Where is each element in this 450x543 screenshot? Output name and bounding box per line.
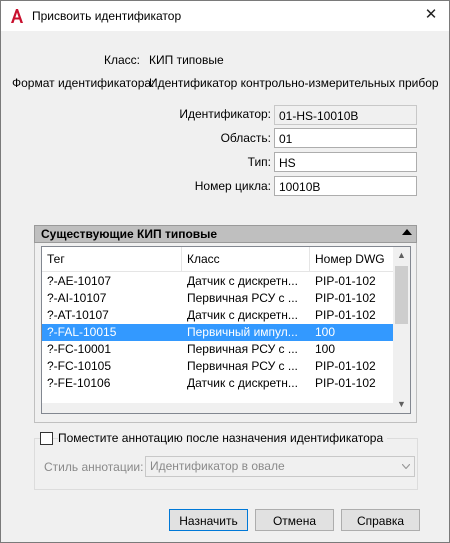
cell-dwg: PIP-01-102 — [315, 291, 376, 305]
cell-class: Первичная РСУ с ... — [187, 342, 298, 356]
place-annotation-checkbox[interactable] — [40, 432, 53, 445]
table-row[interactable]: ?-AE-10107 Датчик с дискретн... PIP-01-102 — [42, 273, 394, 290]
cell-tag: ?-AI-10107 — [47, 291, 107, 305]
area-input[interactable]: 01 — [274, 128, 417, 148]
collapse-arrow-icon[interactable] — [402, 229, 412, 235]
class-value: КИП типовые — [149, 53, 224, 67]
cell-class: Датчик с дискретн... — [187, 376, 298, 390]
cell-tag: ?-AE-10107 — [47, 274, 112, 288]
format-label: Формат идентификатора: — [12, 76, 155, 90]
table-row[interactable]: ?-FC-10105 Первичная РСУ с ... PIP-01-102 — [42, 358, 394, 375]
identifier-field: 01-HS-10010B — [274, 105, 417, 125]
vertical-scrollbar[interactable]: ▲ ▼ — [393, 247, 410, 413]
cell-tag: ?-FC-10001 — [47, 342, 112, 356]
class-label: Класс: — [104, 53, 140, 67]
cell-class: Датчик с дискретн... — [187, 274, 298, 288]
table-row[interactable]: ?-FE-10106 Датчик с дискретн... PIP-01-102 — [42, 375, 394, 392]
cell-dwg: PIP-01-102 — [315, 274, 376, 288]
scroll-down-icon[interactable]: ▼ — [393, 396, 410, 413]
dialog-title: Присвоить идентификатор — [32, 9, 182, 23]
existing-tags-list[interactable]: Тег Класс Номер DWG ?-AE-10107 Датчик с д… — [41, 246, 411, 414]
cancel-button[interactable]: Отмена — [255, 509, 334, 531]
cell-dwg: PIP-01-102 — [315, 308, 376, 322]
column-header-tag[interactable]: Тег — [42, 247, 182, 271]
cell-class: Датчик с дискретн... — [187, 308, 298, 322]
existing-group-header[interactable]: Существующие КИП типовые — [34, 225, 417, 243]
type-input[interactable]: HS — [274, 152, 417, 172]
annotation-style-value: Идентификатор в овале — [150, 459, 285, 473]
cell-tag: ?-AT-10107 — [47, 308, 109, 322]
place-annotation-label[interactable]: Поместите аннотацию после назначения иде… — [58, 431, 388, 445]
scroll-up-icon[interactable]: ▲ — [393, 247, 410, 264]
annotation-style-select[interactable]: Идентификатор в овале — [145, 456, 415, 477]
identifier-label: Идентификатор: — [179, 107, 271, 121]
annotation-style-label: Стиль аннотации: — [44, 460, 144, 474]
assign-tag-dialog: Присвоить идентификатор ✕ Класс: КИП тип… — [0, 0, 450, 543]
autocad-a-icon — [11, 9, 23, 23]
chevron-down-icon — [402, 464, 410, 469]
cell-class: Первичный импул... — [187, 325, 298, 339]
format-value: Идентификатор контрольно-измерительных п… — [149, 76, 439, 90]
assign-button[interactable]: Назначить — [169, 509, 248, 531]
cell-dwg: 100 — [315, 342, 336, 356]
cell-dwg: PIP-01-102 — [315, 376, 376, 390]
table-row[interactable]: ?-AT-10107 Датчик с дискретн... PIP-01-102 — [42, 307, 394, 324]
existing-group-title: Существующие КИП типовые — [41, 227, 218, 241]
list-header: Тег Класс Номер DWG — [42, 247, 394, 272]
close-icon: ✕ — [424, 6, 438, 23]
cell-class: Первичная РСУ с ... — [187, 359, 298, 373]
type-label: Тип: — [247, 155, 271, 169]
loop-number-label: Номер цикла: — [194, 179, 271, 193]
cell-dwg: PIP-01-102 — [315, 359, 376, 373]
help-button[interactable]: Справка — [341, 509, 420, 531]
cell-class: Первичная РСУ с ... — [187, 291, 298, 305]
close-button[interactable]: ✕ — [421, 5, 441, 25]
column-header-dwg[interactable]: Номер DWG — [310, 247, 394, 271]
cell-tag: ?-FE-10106 — [47, 376, 111, 390]
table-row[interactable]: ?-AI-10107 Первичная РСУ с ... PIP-01-102 — [42, 290, 394, 307]
horizontal-scrollbar[interactable] — [42, 403, 394, 413]
table-row[interactable]: ?-FAL-10015 Первичный импул... 100 — [42, 324, 394, 341]
cell-dwg: 100 — [315, 325, 336, 339]
title-bar: Присвоить идентификатор ✕ — [1, 1, 449, 31]
table-row[interactable]: ?-FC-10001 Первичная РСУ с ... 100 — [42, 341, 394, 358]
cell-tag: ?-FC-10105 — [47, 359, 112, 373]
area-label: Область: — [220, 131, 271, 145]
scroll-thumb[interactable] — [395, 266, 408, 324]
column-header-class[interactable]: Класс — [182, 247, 310, 271]
cell-tag: ?-FAL-10015 — [47, 325, 117, 339]
loop-number-input[interactable]: 10010B — [274, 176, 417, 196]
list-rows: ?-AE-10107 Датчик с дискретн... PIP-01-102… — [42, 273, 394, 392]
